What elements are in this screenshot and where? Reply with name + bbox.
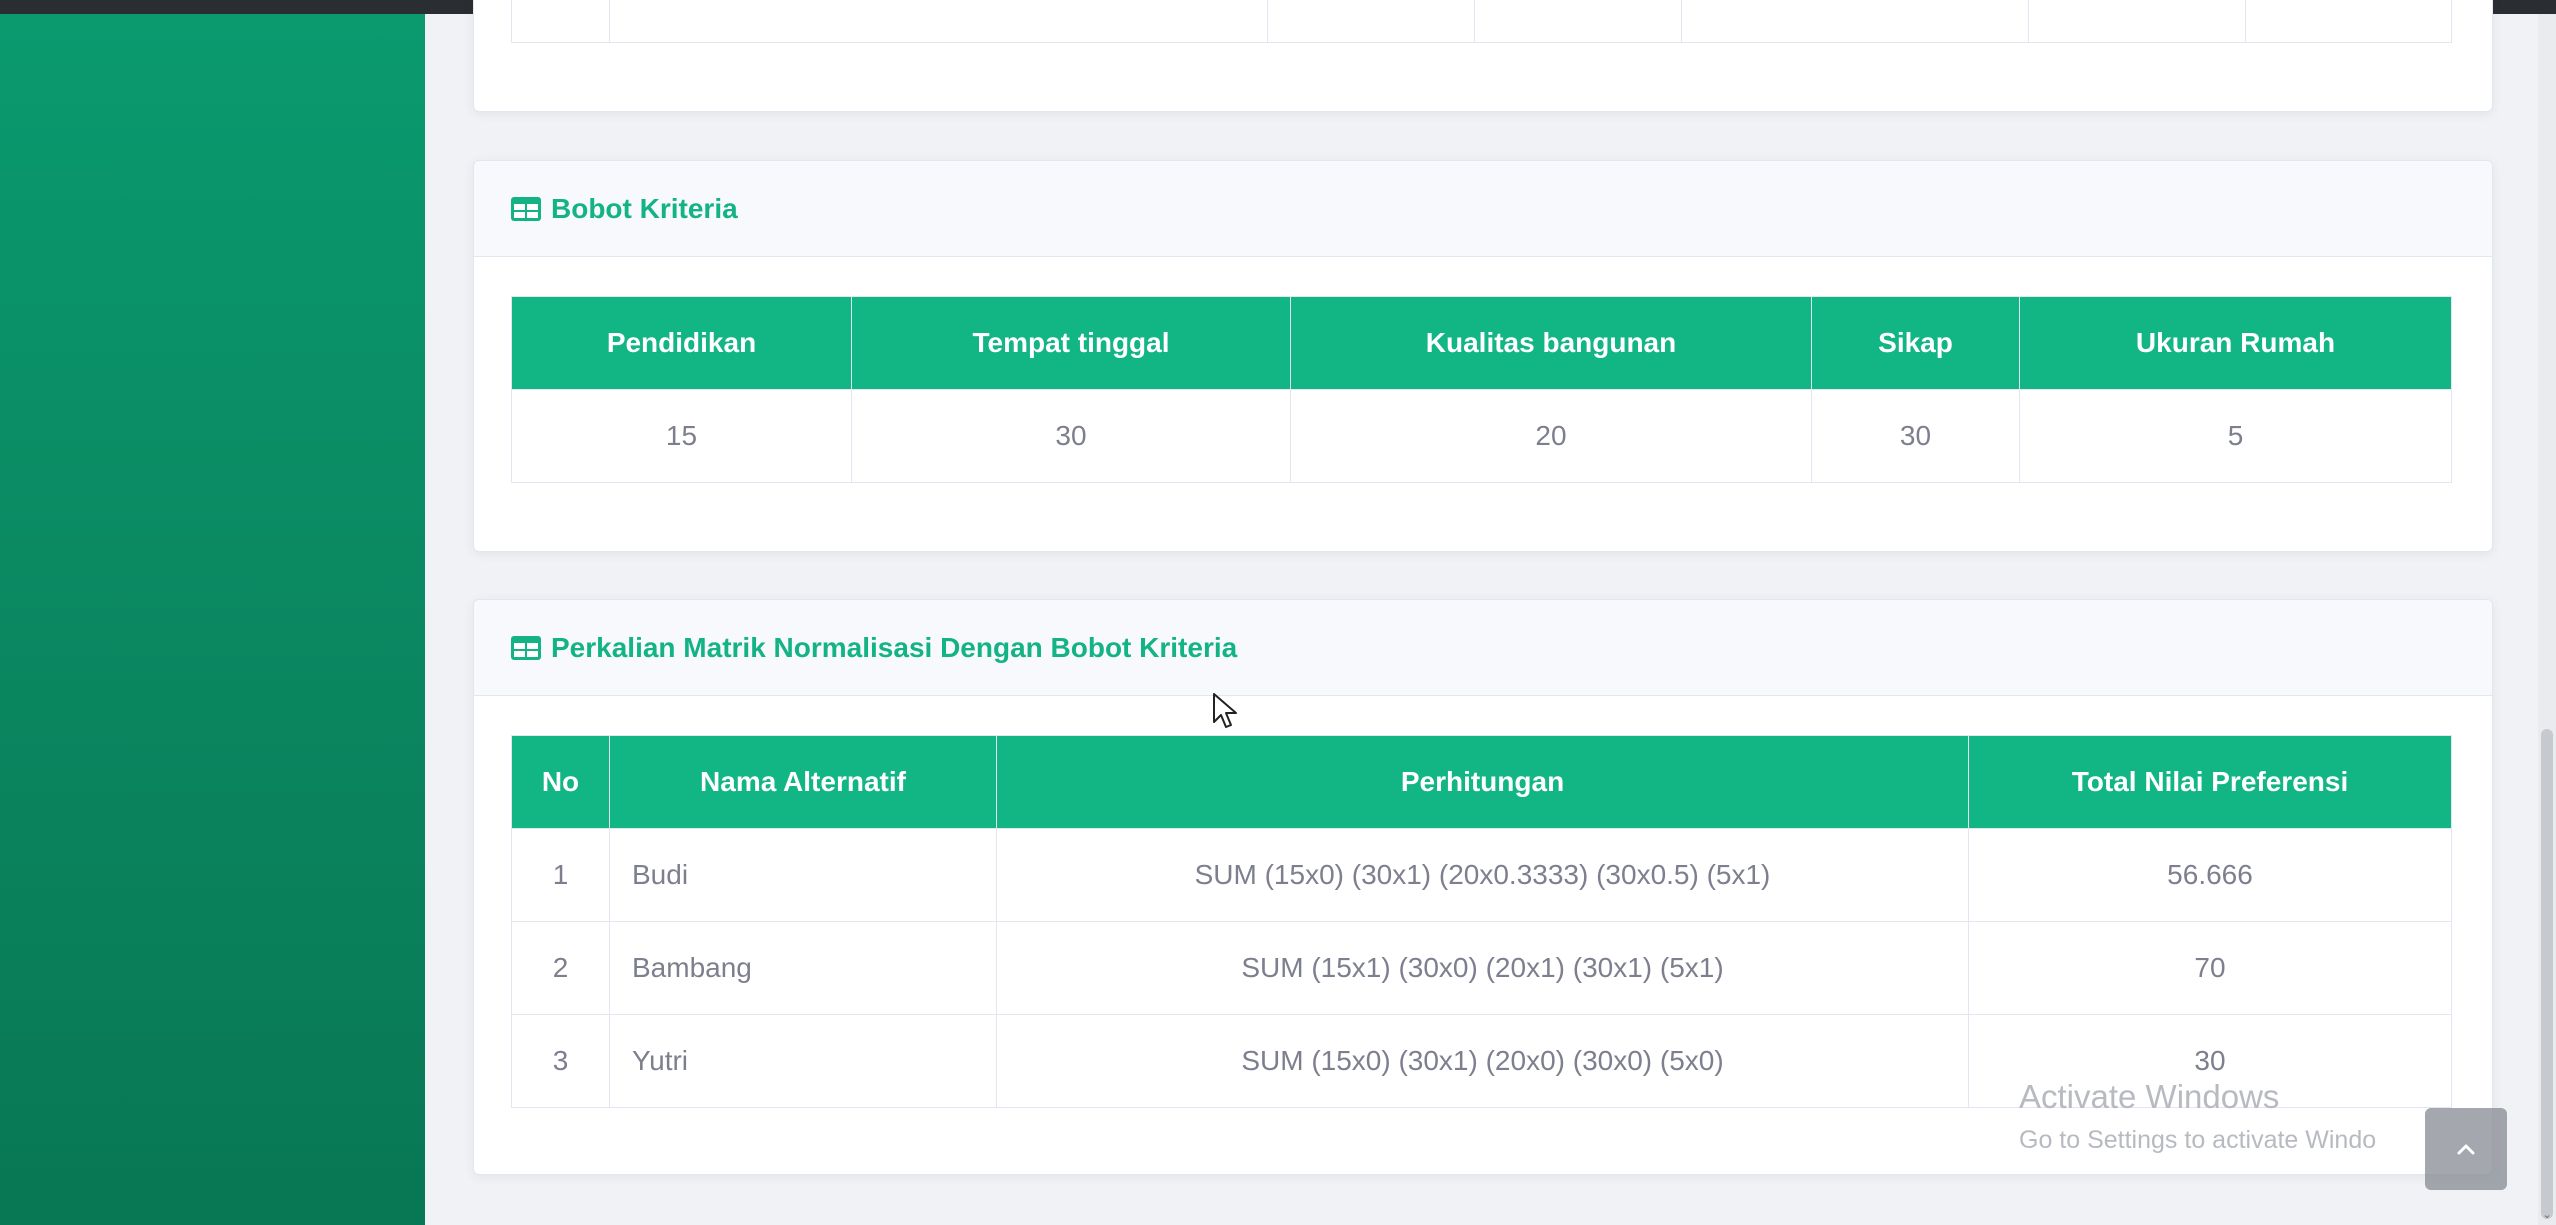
table-cell: 20 bbox=[1290, 389, 1812, 483]
chevron-up-icon bbox=[2457, 1144, 2475, 1155]
column-header: Perhitungan bbox=[996, 735, 1969, 829]
alternative-name: Budi bbox=[609, 828, 997, 922]
row-number: 2 bbox=[511, 921, 610, 1015]
column-header: Nama Alternatif bbox=[609, 735, 997, 829]
perkalian-table: No Nama Alternatif Perhitungan Total Nil… bbox=[511, 735, 2452, 1108]
back-to-top-button[interactable] bbox=[2425, 1108, 2507, 1190]
table-icon bbox=[511, 196, 541, 221]
table-header-row: Pendidikan Tempat tinggal Kualitas bangu… bbox=[511, 296, 2452, 390]
table-cell: 15 bbox=[511, 389, 852, 483]
calculation: SUM (15x0) (30x1) (20x0) (30x0) (5x0) bbox=[996, 1014, 1969, 1108]
bobot-table: Pendidikan Tempat tinggal Kualitas bangu… bbox=[511, 296, 2452, 483]
row-number: 1 bbox=[511, 828, 610, 922]
alternative-name: Yutri bbox=[609, 1014, 997, 1108]
card-title: Perkalian Matrik Normalisasi Dengan Bobo… bbox=[511, 632, 1237, 664]
table-row: 15 30 20 30 5 bbox=[511, 389, 2452, 483]
table-cell: 5 bbox=[2019, 389, 2452, 483]
sidebar bbox=[0, 14, 425, 1225]
table-cell bbox=[511, 0, 610, 43]
bobot-kriteria-card: Bobot Kriteria Pendidikan Tempat tinggal… bbox=[473, 160, 2493, 552]
row-number: 3 bbox=[511, 1014, 610, 1108]
table-cell bbox=[1474, 0, 1682, 43]
activate-windows-watermark: Activate Windows Go to Settings to activ… bbox=[2019, 1077, 2376, 1157]
card-header: Bobot Kriteria bbox=[474, 161, 2492, 257]
column-header: Total Nilai Preferensi bbox=[1968, 735, 2452, 829]
table-cell bbox=[1267, 0, 1475, 43]
section-title: Bobot Kriteria bbox=[551, 192, 738, 224]
table-row: 1 Budi SUM (15x0) (30x1) (20x0.3333) (30… bbox=[511, 828, 2452, 922]
mouse-pointer-icon bbox=[1213, 693, 1237, 728]
preference-total: 70 bbox=[1968, 921, 2452, 1015]
column-header: Sikap bbox=[1811, 296, 2020, 390]
watermark-subtitle: Go to Settings to activate Windo bbox=[2019, 1126, 2377, 1154]
table-cell: 30 bbox=[851, 389, 1291, 483]
table-header-row: No Nama Alternatif Perhitungan Total Nil… bbox=[511, 735, 2452, 829]
column-header: Ukuran Rumah bbox=[2019, 296, 2452, 390]
table-row: 2 Bambang SUM (15x1) (30x0) (20x1) (30x1… bbox=[511, 921, 2452, 1015]
previous-table bbox=[511, 0, 2452, 43]
alternative-name: Bambang bbox=[609, 921, 997, 1015]
table-cell bbox=[1681, 0, 2029, 43]
table-cell bbox=[2245, 0, 2452, 43]
column-header: Pendidikan bbox=[511, 296, 852, 390]
table-cell bbox=[609, 0, 1268, 43]
column-header: Tempat tinggal bbox=[851, 296, 1291, 390]
section-title: Perkalian Matrik Normalisasi Dengan Bobo… bbox=[551, 631, 1238, 663]
table-cell bbox=[2028, 0, 2246, 43]
card-title: Bobot Kriteria bbox=[511, 193, 738, 225]
calculation: SUM (15x1) (30x0) (20x1) (30x1) (5x1) bbox=[996, 921, 1969, 1015]
previous-card bbox=[473, 0, 2493, 112]
scroll-down-arrow-icon[interactable]: ⌄ bbox=[2541, 1209, 2553, 1221]
table-icon bbox=[511, 635, 541, 660]
watermark-title: Activate Windows bbox=[2019, 1078, 2280, 1115]
card-header: Perkalian Matrik Normalisasi Dengan Bobo… bbox=[474, 600, 2492, 696]
column-header: Kualitas bangunan bbox=[1290, 296, 1812, 390]
table-cell: 30 bbox=[1811, 389, 2020, 483]
column-header: No bbox=[511, 735, 610, 829]
preference-total: 56.666 bbox=[1968, 828, 2452, 922]
scrollbar-thumb[interactable] bbox=[2541, 729, 2553, 1219]
page-scrollbar[interactable]: ⌄ bbox=[2538, 14, 2556, 1225]
calculation: SUM (15x0) (30x1) (20x0.3333) (30x0.5) (… bbox=[996, 828, 1969, 922]
